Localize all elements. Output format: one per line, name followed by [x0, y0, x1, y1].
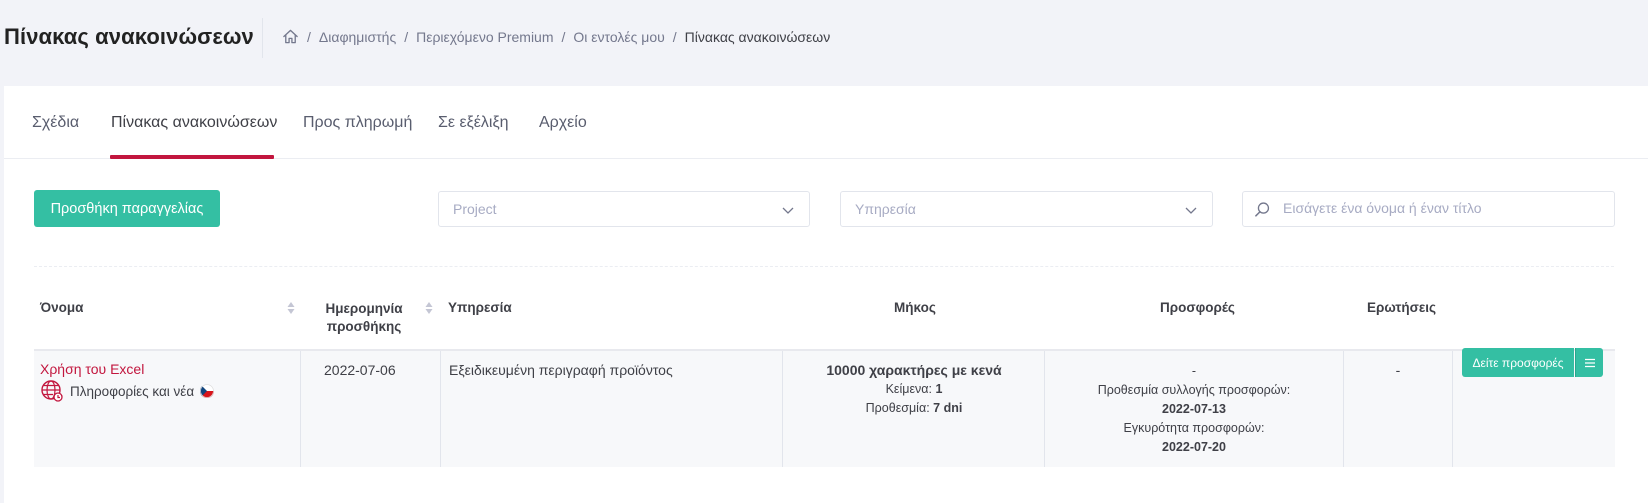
- order-name-link[interactable]: Χρήση του Excel: [40, 361, 214, 377]
- tab-in-progress[interactable]: Σε εξέλιξη: [438, 114, 509, 132]
- tab-archive[interactable]: Αρχείο: [539, 114, 587, 132]
- questions-cell: -: [1395, 362, 1401, 378]
- breadcrumb: / Διαφημιστής / Περιεχόμενο Premium / Οι…: [282, 28, 830, 45]
- category-label: Πληροφορίες και νέα: [70, 383, 195, 399]
- service-select-placeholder: Υπηρεσία: [855, 201, 916, 217]
- service-select[interactable]: Υπηρεσία: [840, 191, 1213, 227]
- section-divider: [34, 266, 1614, 267]
- offer-deadline-label: Προθεσμία συλλογής προσφορών:: [1097, 383, 1291, 397]
- tabs-bar: Σχέδια Πίνακας ανακοινώσεων Προς πληρωμή…: [4, 86, 1648, 159]
- add-order-button[interactable]: Προσθήκη παραγγελίας: [34, 190, 220, 227]
- search-icon: [1255, 202, 1270, 217]
- offer-validity-value: 2022-07-20: [1162, 440, 1226, 454]
- breadcrumb-separator: /: [307, 28, 311, 45]
- breadcrumb-item-my-orders[interactable]: Οι εντολές μου: [573, 29, 664, 45]
- offer-validity-label: Εγκυρότητα προσφορών:: [1123, 421, 1265, 435]
- column-header-questions: Ερωτήσεις: [1367, 300, 1437, 315]
- length-title: 10000 χαρακτήρες με κενά: [826, 362, 1002, 378]
- service-cell: Εξειδικευμένη περιγραφή προϊόντος: [449, 362, 673, 378]
- texts-count: Κείμενα: 1: [784, 380, 1044, 399]
- column-header-date-line1: Ημερομηνία: [325, 301, 403, 316]
- column-divider: [782, 351, 783, 467]
- deadline-line: Προθεσμία: 7 dni: [784, 399, 1044, 418]
- sort-icon[interactable]: [287, 301, 295, 315]
- breadcrumb-item-current: Πίνακας ανακοινώσεων: [684, 28, 831, 45]
- offers-cell: - Προθεσμία συλλογής προσφορών: 2022-07-…: [1044, 362, 1344, 457]
- name-cell: Χρήση του Excel Πληροφορίες και νέα: [40, 361, 215, 403]
- sort-icon[interactable]: [425, 301, 433, 315]
- top-bar: Πίνακας ανακοινώσεων / Διαφημιστής / Περ…: [0, 0, 1648, 78]
- deadline-value: 7 dni: [933, 401, 963, 415]
- view-offers-button[interactable]: Δείτε προσφορές: [1462, 348, 1574, 377]
- home-icon[interactable]: [282, 28, 299, 45]
- chevron-down-icon: [1185, 207, 1197, 214]
- column-divider: [1452, 351, 1453, 467]
- column-divider: [440, 351, 441, 467]
- column-header-date[interactable]: Ημερομηνία προσθήκης: [314, 300, 414, 336]
- active-tab-indicator: [110, 155, 274, 159]
- column-header-length: Μήκος: [894, 300, 936, 315]
- column-header-service: Υπηρεσία: [448, 300, 512, 315]
- column-header-offers: Προσφορές: [1160, 300, 1235, 315]
- breadcrumb-separator: /: [404, 28, 409, 45]
- texts-value: 1: [935, 382, 943, 396]
- main-card: Σχέδια Πίνακας ανακοινώσεων Προς πληρωμή…: [4, 86, 1648, 503]
- column-header-date-line2: προσθήκης: [326, 319, 402, 334]
- offer-deadline-value: 2022-07-13: [1162, 402, 1226, 416]
- deadline-label: Προθεσμία:: [865, 401, 930, 415]
- page-title: Πίνακας ανακοινώσεων: [4, 24, 254, 49]
- category-line: Πληροφορίες και νέα: [40, 379, 215, 403]
- date-cell: 2022-07-06: [324, 362, 396, 378]
- globe-icon: [41, 380, 63, 402]
- tab-to-pay[interactable]: Προς πληρωμή: [303, 114, 412, 132]
- czech-flag-icon: [200, 384, 215, 398]
- search-box[interactable]: [1242, 191, 1615, 227]
- project-select-placeholder: Project: [453, 201, 497, 217]
- chevron-down-icon: [782, 207, 794, 214]
- texts-label: Κείμενα:: [885, 382, 932, 396]
- menu-icon: [1584, 358, 1595, 367]
- column-divider: [300, 351, 301, 467]
- length-cell: 10000 χαρακτήρες με κενά Κείμενα: 1 Προθ…: [784, 362, 1044, 418]
- offers-count: -: [1191, 364, 1197, 378]
- search-input[interactable]: [1283, 200, 1603, 216]
- tab-drafts[interactable]: Σχέδια: [32, 114, 79, 132]
- column-header-name[interactable]: Όνομα: [40, 300, 83, 315]
- title-divider: [262, 18, 263, 58]
- breadcrumb-item-advertiser[interactable]: Διαφημιστής: [319, 29, 396, 45]
- breadcrumb-item-premium-content[interactable]: Περιεχόμενο Premium: [416, 29, 553, 45]
- breadcrumb-separator: /: [561, 28, 566, 45]
- project-select[interactable]: Project: [438, 191, 810, 227]
- breadcrumb-separator: /: [672, 28, 677, 45]
- row-menu-button[interactable]: [1575, 348, 1603, 377]
- tab-announcement-board[interactable]: Πίνακας ανακοινώσεων: [111, 114, 277, 132]
